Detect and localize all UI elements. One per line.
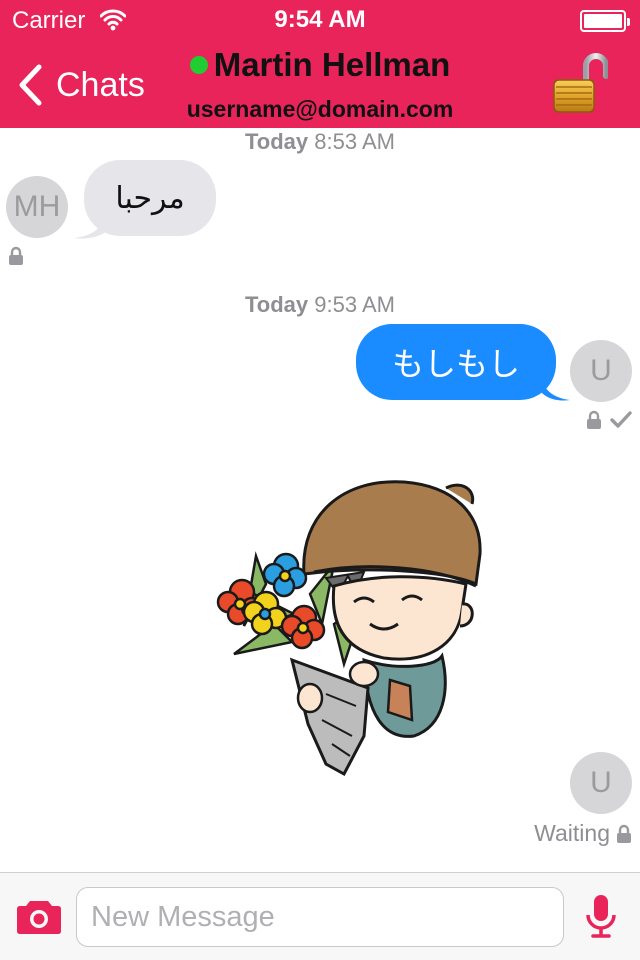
status-time: 9:54 AM (274, 6, 366, 33)
delivery-status-text: Waiting (534, 820, 610, 846)
delivery-status: Waiting (534, 820, 632, 847)
open-padlock-icon[interactable] (552, 52, 608, 114)
outgoing-message-bubble[interactable]: もしもし (356, 324, 556, 400)
message-text: مرحبا (115, 180, 185, 216)
user-avatar[interactable]: U (570, 752, 632, 814)
battery-icon (580, 10, 630, 32)
conversation-title[interactable]: Martin Hellman username@domain.com (140, 46, 500, 123)
message-timestamp: Today 8:53 AM (245, 129, 395, 154)
lock-icon (617, 824, 631, 843)
online-status-icon (189, 56, 208, 74)
status-bar: Carrier 9:54 AM (0, 0, 640, 40)
contact-name: Martin Hellman (213, 46, 451, 83)
back-button-label: Chats (56, 65, 145, 104)
boy-with-flowers-sticker[interactable] (214, 474, 496, 792)
message-timestamp: Today 9:53 AM (245, 292, 395, 317)
check-icon (610, 411, 632, 428)
microphone-icon[interactable] (584, 893, 618, 939)
lock-icon (587, 410, 601, 429)
contact-subtitle: username@domain.com (186, 96, 454, 122)
user-avatar[interactable]: U (570, 340, 632, 402)
message-text: もしもし (391, 345, 520, 383)
back-button[interactable]: Chats (14, 62, 145, 108)
navigation-header: Carrier 9:54 AM Chats Martin Hellman use… (0, 0, 640, 128)
message-input[interactable] (76, 887, 564, 947)
chevron-left-icon (19, 64, 42, 106)
contact-avatar[interactable]: MH (6, 176, 68, 238)
message-composer (0, 872, 640, 960)
camera-icon[interactable] (16, 897, 62, 935)
lock-icon (9, 246, 23, 265)
incoming-message-bubble[interactable]: مرحبا (84, 160, 216, 236)
